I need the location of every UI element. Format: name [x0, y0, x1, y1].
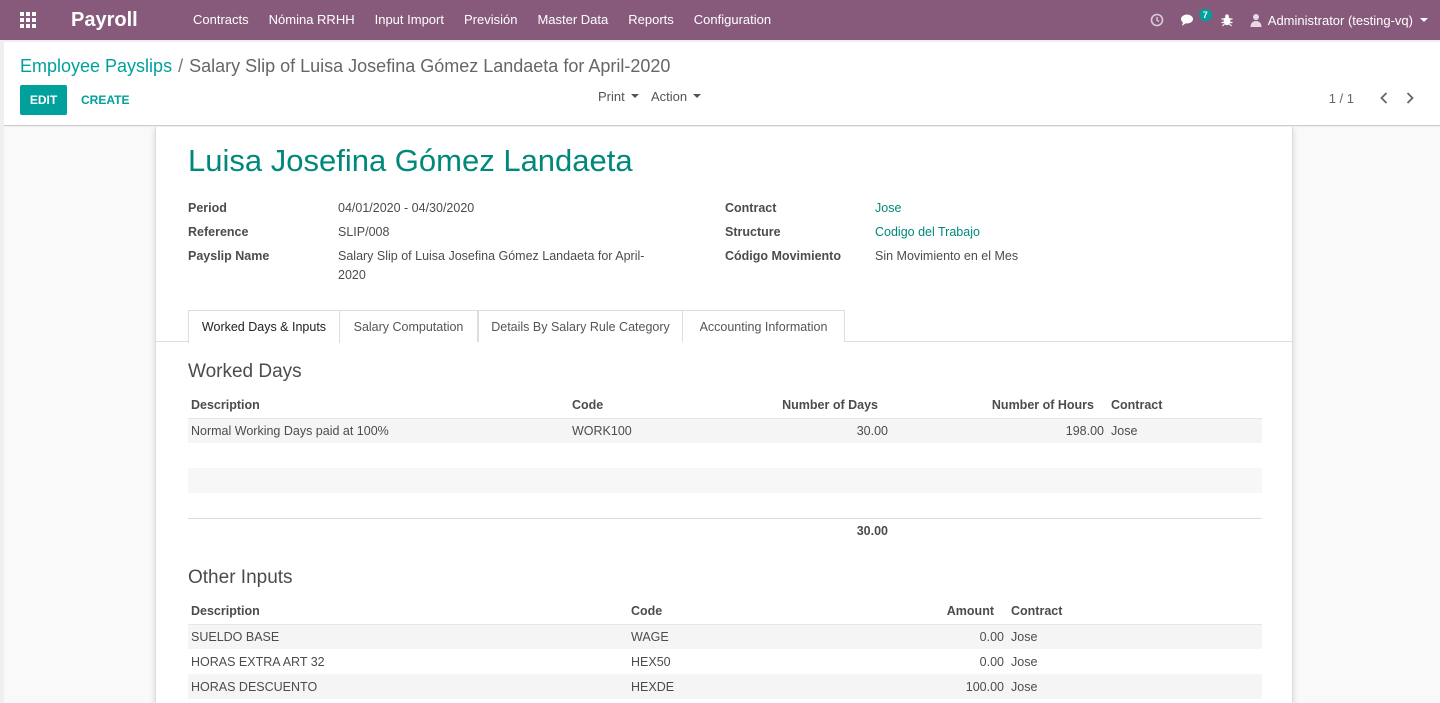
- oi-header-amount[interactable]: Amount: [916, 604, 994, 618]
- edit-button[interactable]: EDIT: [20, 85, 67, 115]
- notebook-tabs: Worked Days & Inputs Salary Computation …: [156, 310, 1292, 343]
- menu-item-configuration[interactable]: Configuration: [684, 0, 781, 40]
- activity-clock-icon[interactable]: [1142, 0, 1172, 40]
- user-menu[interactable]: Administrator (testing-vq): [1242, 13, 1440, 28]
- print-dropdown[interactable]: Print: [598, 86, 639, 106]
- chevron-down-icon: [1420, 18, 1428, 22]
- pager-value[interactable]: 1 / 1: [1329, 91, 1354, 106]
- user-avatar-icon: [1250, 14, 1262, 27]
- systray: 7 Administrator (testing-vq): [1142, 0, 1440, 40]
- oi-row-1-amount: 0.00: [979, 630, 1004, 644]
- breadcrumb: Employee Payslips / Salary Slip of Luisa…: [20, 56, 670, 77]
- wd-total-days: 30.00: [856, 524, 888, 538]
- breadcrumb-current-record: Salary Slip of Luisa Josefina Gómez Land…: [189, 56, 671, 76]
- payslip-name-label: Payslip Name: [188, 249, 270, 263]
- payslip-name-line-1: Salary Slip of Luisa Josefina Gómez Land…: [338, 249, 645, 263]
- employee-name-title: Luisa Josefina Gómez Landaeta: [188, 143, 633, 178]
- wd-row-description: Normal Working Days paid at 100%: [191, 424, 389, 438]
- table-row[interactable]: [188, 649, 1262, 674]
- table-row[interactable]: [188, 624, 1262, 649]
- messages-count-badge: 7: [1198, 9, 1212, 21]
- wd-row-contract: Jose: [1111, 424, 1138, 438]
- action-label: Action: [651, 88, 688, 104]
- print-caret-icon: [630, 94, 639, 98]
- oi-header-description[interactable]: Description: [191, 604, 260, 618]
- oi-row-2-description: HORAS EXTRA ART 32: [191, 655, 325, 669]
- menu-item-reports[interactable]: Reports: [618, 0, 684, 40]
- oi-row-1-code: WAGE: [631, 630, 669, 644]
- oi-row-2-contract: Jose: [1011, 655, 1038, 669]
- oi-row-1-description: SUELDO BASE: [191, 630, 280, 644]
- menu-item-contracts[interactable]: Contracts: [183, 0, 259, 40]
- action-caret-icon: [693, 94, 702, 98]
- wd-header-number-of-hours[interactable]: Number of Hours: [956, 398, 1094, 412]
- oi-row-2-code: HEX50: [631, 655, 671, 669]
- pager-next-icon[interactable]: [1400, 88, 1420, 108]
- apps-menu-icon[interactable]: [0, 0, 56, 40]
- breadcrumb-separator: /: [178, 56, 184, 76]
- pager: 1 / 1: [1329, 88, 1420, 108]
- wd-header-code[interactable]: Code: [572, 398, 603, 412]
- main-menu: Contracts Nómina RRHH Input Import Previ…: [183, 0, 781, 40]
- wd-row-hours: 198.00: [1065, 424, 1104, 438]
- app-brand[interactable]: Payroll: [56, 9, 183, 32]
- payslip-name-line-2: 2020: [338, 268, 366, 282]
- oi-row-1-contract: Jose: [1011, 630, 1038, 644]
- menu-item-input-import[interactable]: Input Import: [365, 0, 454, 40]
- action-dropdown[interactable]: Action: [651, 86, 702, 106]
- debug-bug-icon[interactable]: [1212, 0, 1242, 40]
- tab-accounting-information[interactable]: Accounting Information: [682, 310, 845, 342]
- codigo-movimiento-label: Código Movimiento: [725, 249, 841, 263]
- reference-value: SLIP/008: [338, 225, 390, 239]
- contract-link[interactable]: Jose: [875, 199, 901, 218]
- control-panel: Employee Payslips / Salary Slip of Luisa…: [4, 42, 1440, 126]
- create-button[interactable]: CREATE: [81, 85, 129, 115]
- wd-row-code: WORK100: [572, 424, 632, 438]
- wd-header-description[interactable]: Description: [191, 398, 260, 412]
- oi-row-2-amount: 0.00: [979, 655, 1004, 669]
- oi-row-3-code: HEXDE: [631, 680, 675, 694]
- menu-item-master-data[interactable]: Master Data: [527, 0, 618, 40]
- top-navbar: Payroll Contracts Nómina RRHH Input Impo…: [0, 0, 1440, 40]
- menu-item-nomina[interactable]: Nómina RRHH: [259, 0, 365, 40]
- reference-label: Reference: [188, 225, 249, 239]
- oi-row-3-contract: Jose: [1011, 680, 1038, 694]
- wd-header-contract[interactable]: Contract: [1111, 398, 1162, 412]
- menu-item-prevision[interactable]: Previsión: [454, 0, 527, 40]
- pager-previous-icon[interactable]: [1374, 88, 1394, 108]
- messages-chat-icon[interactable]: 7: [1172, 0, 1212, 40]
- payslip-name-value: Salary Slip of Luisa Josefina Gómez Land…: [338, 247, 644, 285]
- breadcrumb-employee-payslips[interactable]: Employee Payslips: [20, 56, 172, 77]
- codigo-movimiento-value: Sin Movimiento en el Mes: [875, 249, 1019, 263]
- other-inputs-title: Other Inputs: [188, 567, 293, 588]
- oi-header-contract[interactable]: Contract: [1011, 604, 1062, 618]
- print-label: Print: [598, 88, 625, 104]
- table-row[interactable]: [188, 674, 1262, 699]
- oi-row-3-description: HORAS DESCUENTO: [191, 680, 318, 694]
- oi-row-3-amount: 100.00: [965, 680, 1004, 694]
- tab-worked-days-inputs[interactable]: Worked Days & Inputs: [188, 310, 340, 343]
- wd-row-days: 30.00: [856, 424, 888, 438]
- table-footer-divider: [188, 518, 1262, 519]
- period-value: 04/01/2020 - 04/30/2020: [338, 201, 475, 215]
- tab-details-by-salary-rule-category[interactable]: Details By Salary Rule Category: [478, 310, 683, 342]
- structure-label: Structure: [725, 225, 781, 239]
- contract-label: Contract: [725, 201, 777, 215]
- period-label: Period: [188, 201, 227, 215]
- oi-header-code[interactable]: Code: [631, 604, 662, 618]
- worked-days-title: Worked Days: [188, 361, 302, 382]
- user-name: Administrator (testing-vq): [1267, 12, 1413, 28]
- wd-header-number-of-days[interactable]: Number of Days: [756, 398, 878, 412]
- structure-link[interactable]: Codigo del Trabajo: [875, 223, 980, 242]
- form-view: Luisa Josefina Gómez Landaeta Period 04/…: [4, 127, 1440, 703]
- empty-row: [188, 468, 1262, 493]
- tab-salary-computation[interactable]: Salary Computation: [339, 310, 478, 342]
- form-sheet: Luisa Josefina Gómez Landaeta Period 04/…: [155, 127, 1293, 703]
